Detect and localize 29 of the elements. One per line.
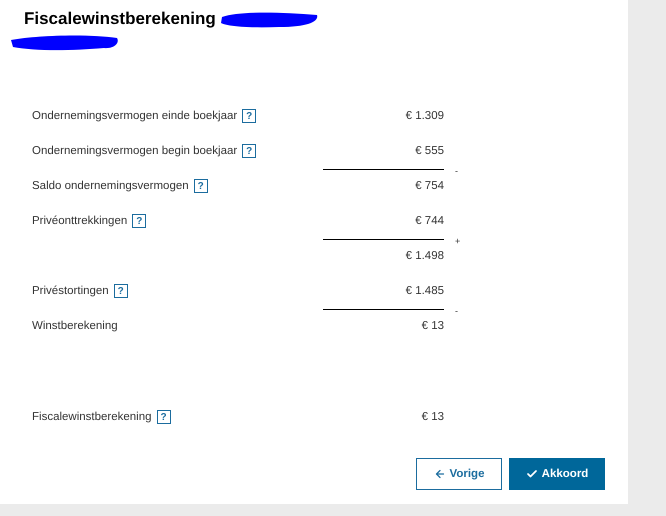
help-button[interactable]: ?: [242, 109, 256, 123]
help-button[interactable]: ?: [132, 214, 146, 228]
help-button[interactable]: ?: [194, 179, 208, 193]
operator-sign: -: [455, 306, 458, 316]
field-label: Winstberekening: [32, 319, 118, 334]
help-button[interactable]: ?: [242, 144, 256, 158]
amount: € 744: [415, 214, 444, 229]
field-label: Privéonttrekkingen: [32, 214, 128, 229]
field-label: Saldo ondernemingsvermogen: [32, 179, 189, 194]
help-button[interactable]: ?: [114, 284, 128, 298]
amount: € 555: [415, 144, 444, 159]
amount: € 13: [422, 319, 444, 334]
check-icon: [526, 468, 538, 480]
amount: € 754: [415, 179, 444, 194]
confirm-button[interactable]: Akkoord: [509, 458, 605, 490]
amount: € 1.309: [406, 109, 444, 124]
back-button[interactable]: Vorige: [416, 458, 502, 490]
amount: € 1.485: [406, 284, 444, 299]
amount: € 1.498: [406, 249, 444, 264]
field-label: Privéstortingen: [32, 284, 109, 299]
field-label: Fiscalewinstberekening: [32, 410, 152, 425]
operator-sign: +: [455, 236, 460, 246]
page-title: Fiscalewinstberekening: [24, 9, 216, 29]
field-label: Ondernemingsvermogen begin boekjaar: [32, 144, 238, 159]
arrow-left-icon: [434, 468, 446, 480]
field-label: Ondernemingsvermogen einde boekjaar: [32, 109, 238, 124]
amount: € 13: [422, 410, 444, 425]
help-button[interactable]: ?: [156, 410, 171, 424]
operator-sign: -: [455, 166, 458, 176]
